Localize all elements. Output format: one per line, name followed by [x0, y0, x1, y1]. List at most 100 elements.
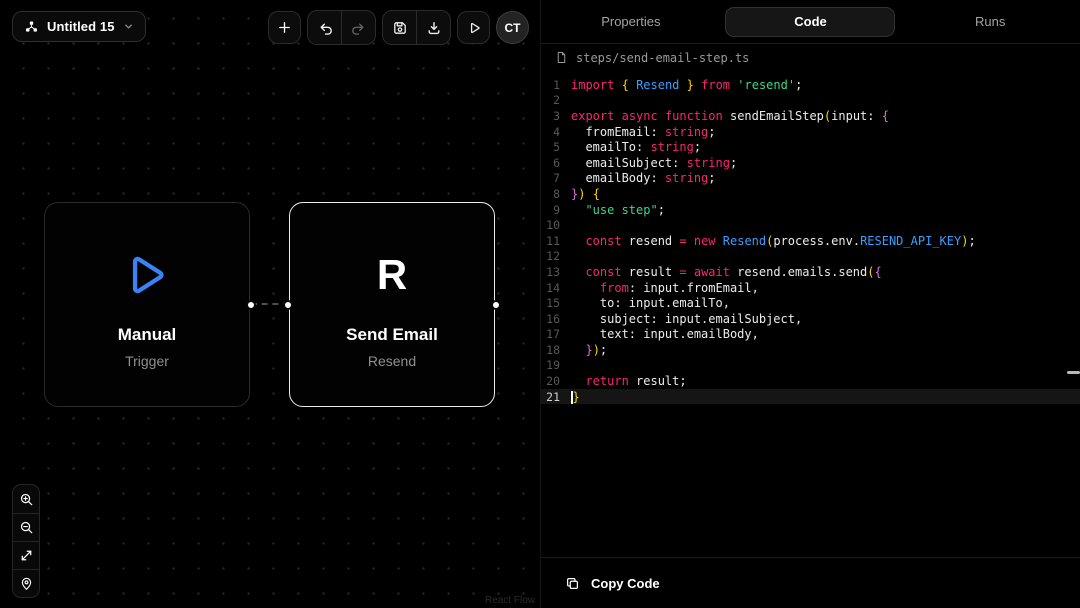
play-icon: [466, 20, 482, 36]
code-text: "use step";: [571, 203, 665, 217]
code-line[interactable]: 20 return result;: [541, 373, 1080, 389]
line-number: 20: [541, 374, 571, 388]
code-line[interactable]: 5 emailTo: string;: [541, 139, 1080, 155]
line-number: 19: [541, 358, 571, 372]
code-text: emailTo: string;: [571, 140, 701, 154]
line-number: 7: [541, 171, 571, 185]
code-line[interactable]: 14 from: input.fromEmail,: [541, 280, 1080, 296]
code-line[interactable]: 7 emailBody: string;: [541, 171, 1080, 187]
code-text: const resend = new Resend(process.env.RE…: [571, 234, 976, 248]
line-number: 12: [541, 249, 571, 263]
file-name: steps/send-email-step.ts: [576, 51, 749, 65]
code-text: });: [571, 343, 607, 357]
file-icon: [555, 51, 568, 64]
line-number: 10: [541, 218, 571, 232]
workflow-name: Untitled 15: [47, 19, 115, 34]
code-line[interactable]: 8}) {: [541, 186, 1080, 202]
code-line[interactable]: 13 const result = await resend.emails.se…: [541, 264, 1080, 280]
code-line[interactable]: 17 text: input.emailBody,: [541, 327, 1080, 343]
export-button[interactable]: [417, 11, 450, 44]
code-line[interactable]: 10: [541, 217, 1080, 233]
inspector-panel: Properties Code Runs steps/send-email-st…: [540, 0, 1080, 608]
code-lines: 1import { Resend } from 'resend';23expor…: [541, 77, 1080, 404]
file-actions-group: [382, 10, 451, 45]
line-number: 4: [541, 125, 571, 139]
code-text: fromEmail: string;: [571, 125, 716, 139]
save-icon: [392, 20, 408, 36]
play-triangle-icon: [120, 245, 174, 305]
user-avatar[interactable]: CT: [496, 11, 529, 44]
workflow-name-button[interactable]: Untitled 15: [12, 11, 146, 42]
code-line[interactable]: 6 emailSubject: string;: [541, 155, 1080, 171]
tab-code[interactable]: Code: [725, 7, 895, 37]
code-text: }) {: [571, 187, 600, 201]
undo-icon: [317, 20, 333, 36]
zoom-in-icon: [19, 492, 34, 507]
line-number: 8: [541, 187, 571, 201]
tab-properties[interactable]: Properties: [546, 7, 716, 37]
code-line[interactable]: 16 subject: input.emailSubject,: [541, 311, 1080, 327]
panel-tabbar: Properties Code Runs: [541, 0, 1080, 44]
download-icon: [426, 20, 442, 36]
code-line[interactable]: 4 fromEmail: string;: [541, 124, 1080, 140]
output-handle[interactable]: [491, 300, 501, 310]
code-text: from: input.fromEmail,: [571, 281, 759, 295]
code-text: to: input.emailTo,: [571, 296, 730, 310]
code-text: emailSubject: string;: [571, 156, 737, 170]
expand-diagonal-icon: [19, 548, 34, 563]
code-line[interactable]: 3export async function sendEmailStep(inp…: [541, 108, 1080, 124]
line-number: 13: [541, 265, 571, 279]
zoom-out-button[interactable]: [13, 513, 39, 541]
node-subtitle: Resend: [368, 353, 416, 369]
app-window: Untitled 15: [0, 0, 1080, 608]
canvas-toolbar: CT: [268, 10, 529, 45]
code-line[interactable]: 15 to: input.emailTo,: [541, 295, 1080, 311]
pin-location-button[interactable]: [13, 569, 39, 597]
line-number: 11: [541, 234, 571, 248]
canvas-controls: [12, 484, 40, 598]
zoom-in-button[interactable]: [13, 485, 39, 513]
zoom-out-icon: [19, 520, 34, 535]
run-workflow-button[interactable]: [457, 11, 490, 44]
line-number: 15: [541, 296, 571, 310]
resend-logo-icon: R: [377, 254, 407, 296]
line-number: 17: [541, 327, 571, 341]
save-button[interactable]: [383, 11, 416, 44]
undo-button[interactable]: [308, 11, 341, 44]
output-handle[interactable]: [246, 300, 256, 310]
code-text: text: input.emailBody,: [571, 327, 759, 341]
node-title: Manual: [118, 325, 177, 345]
input-handle[interactable]: [283, 300, 293, 310]
copy-code-button[interactable]: Copy Code: [591, 576, 660, 591]
line-number: 2: [541, 93, 571, 107]
code-line[interactable]: 21}: [541, 389, 1080, 405]
line-number: 1: [541, 78, 571, 92]
panel-footer: Copy Code: [541, 557, 1080, 608]
code-line[interactable]: 11 const resend = new Resend(process.env…: [541, 233, 1080, 249]
flow-canvas[interactable]: Untitled 15: [0, 0, 540, 608]
scrollbar-thumb[interactable]: [1067, 371, 1080, 374]
code-line[interactable]: 12: [541, 249, 1080, 265]
code-text: import { Resend } from 'resend';: [571, 78, 802, 92]
add-node-button[interactable]: [268, 11, 301, 44]
code-text: emailBody: string;: [571, 171, 716, 185]
node-manual-trigger[interactable]: Manual Trigger: [44, 202, 250, 407]
fit-view-button[interactable]: [13, 541, 39, 569]
line-number: 3: [541, 109, 571, 123]
line-number: 5: [541, 140, 571, 154]
code-line[interactable]: 2: [541, 93, 1080, 109]
code-line[interactable]: 19: [541, 358, 1080, 374]
code-text: subject: input.emailSubject,: [571, 312, 802, 326]
node-send-email[interactable]: R Send Email Resend: [289, 202, 495, 407]
file-header: steps/send-email-step.ts: [541, 44, 1080, 71]
react-flow-attribution[interactable]: React Flow: [485, 595, 535, 606]
redo-button[interactable]: [342, 11, 375, 44]
code-text: }: [571, 390, 580, 404]
copy-icon: [565, 576, 580, 591]
code-line[interactable]: 18 });: [541, 342, 1080, 358]
code-editor[interactable]: 1import { Resend } from 'resend';23expor…: [541, 71, 1080, 557]
code-line[interactable]: 9 "use step";: [541, 202, 1080, 218]
code-line[interactable]: 1import { Resend } from 'resend';: [541, 77, 1080, 93]
tab-runs[interactable]: Runs: [905, 7, 1075, 37]
node-subtitle: Trigger: [125, 353, 169, 369]
